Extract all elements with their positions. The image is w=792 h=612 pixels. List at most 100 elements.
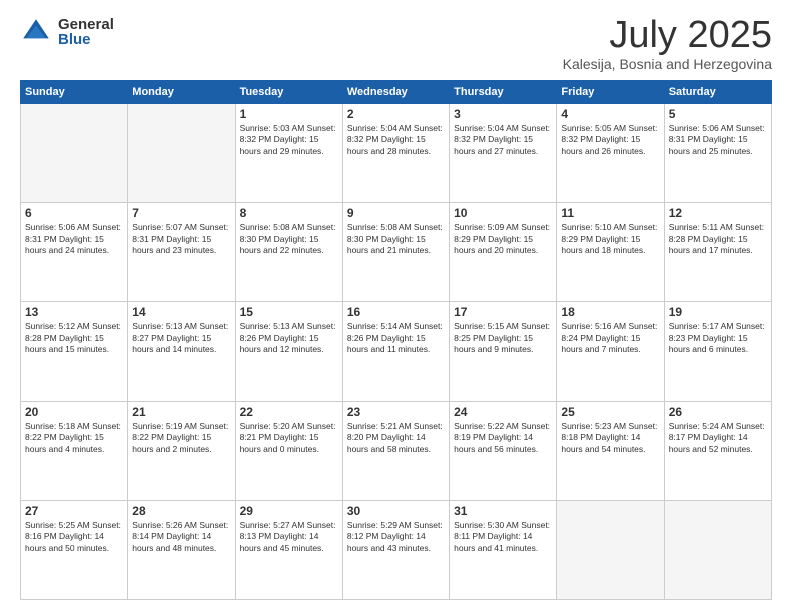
logo-blue-text: Blue bbox=[58, 32, 114, 47]
table-row: 31Sunrise: 5:30 AM Sunset: 8:11 PM Dayli… bbox=[450, 500, 557, 599]
day-number: 10 bbox=[454, 206, 552, 220]
table-row: 5 Sunrise: 5:06 AM Sunset: 8:31 PM Daylig… bbox=[664, 104, 771, 203]
table-row: 11 Sunrise: 5:10 AM Sunset: 8:29 PM Dayli… bbox=[557, 203, 664, 302]
day-number: 13 bbox=[25, 305, 123, 319]
calendar-row: 1Sunrise: 5:03 AM Sunset: 8:32 PM Daylig… bbox=[21, 104, 772, 203]
table-row: 2 Sunrise: 5:04 AM Sunset: 8:32 PM Daylig… bbox=[342, 104, 449, 203]
table-row: 10 Sunrise: 5:09 AM Sunset: 8:29 PM Dayli… bbox=[450, 203, 557, 302]
day-info: Sunrise: 5:17 AM Sunset: 8:23 PM Dayligh… bbox=[669, 321, 767, 355]
day-number: 16 bbox=[347, 305, 445, 319]
table-row: 15Sunrise: 5:13 AM Sunset: 8:26 PM Dayli… bbox=[235, 302, 342, 401]
day-info: Sunrise: 5:11 AM Sunset: 8:28 PM Dayligh… bbox=[669, 222, 767, 256]
day-info: Sunrise: 5:18 AM Sunset: 8:22 PM Dayligh… bbox=[25, 421, 123, 455]
day-info: Sunrise: 5:06 AM Sunset: 8:31 PM Dayligh… bbox=[669, 123, 767, 157]
calendar-row: 20 Sunrise: 5:18 AM Sunset: 8:22 PM Dayli… bbox=[21, 401, 772, 500]
logo-text: General Blue bbox=[58, 17, 114, 47]
table-row: 14Sunrise: 5:13 AM Sunset: 8:27 PM Dayli… bbox=[128, 302, 235, 401]
table-row: 28Sunrise: 5:26 AM Sunset: 8:14 PM Dayli… bbox=[128, 500, 235, 599]
table-row: 7Sunrise: 5:07 AM Sunset: 8:31 PM Daylig… bbox=[128, 203, 235, 302]
day-info: Sunrise: 5:04 AM Sunset: 8:32 PM Dayligh… bbox=[454, 123, 552, 157]
table-row: 4 Sunrise: 5:05 AM Sunset: 8:32 PM Daylig… bbox=[557, 104, 664, 203]
table-row: 25 Sunrise: 5:23 AM Sunset: 8:18 PM Dayli… bbox=[557, 401, 664, 500]
day-number: 24 bbox=[454, 405, 552, 419]
table-row: 19 Sunrise: 5:17 AM Sunset: 8:23 PM Dayli… bbox=[664, 302, 771, 401]
table-row: 22 Sunrise: 5:20 AM Sunset: 8:21 PM Dayli… bbox=[235, 401, 342, 500]
day-number: 27 bbox=[25, 504, 123, 518]
table-row: 17Sunrise: 5:15 AM Sunset: 8:25 PM Dayli… bbox=[450, 302, 557, 401]
day-info: Sunrise: 5:20 AM Sunset: 8:21 PM Dayligh… bbox=[240, 421, 338, 455]
table-row: 27 Sunrise: 5:25 AM Sunset: 8:16 PM Dayli… bbox=[21, 500, 128, 599]
table-row: 30 Sunrise: 5:29 AM Sunset: 8:12 PM Dayli… bbox=[342, 500, 449, 599]
calendar-row: 27 Sunrise: 5:25 AM Sunset: 8:16 PM Dayli… bbox=[21, 500, 772, 599]
header-friday: Friday bbox=[557, 81, 664, 104]
table-row bbox=[664, 500, 771, 599]
day-number: 12 bbox=[669, 206, 767, 220]
table-row bbox=[557, 500, 664, 599]
table-row: 13Sunrise: 5:12 AM Sunset: 8:28 PM Dayli… bbox=[21, 302, 128, 401]
table-row: 16 Sunrise: 5:14 AM Sunset: 8:26 PM Dayli… bbox=[342, 302, 449, 401]
day-info: Sunrise: 5:04 AM Sunset: 8:32 PM Dayligh… bbox=[347, 123, 445, 157]
day-info: Sunrise: 5:16 AM Sunset: 8:24 PM Dayligh… bbox=[561, 321, 659, 355]
day-info: Sunrise: 5:25 AM Sunset: 8:16 PM Dayligh… bbox=[25, 520, 123, 554]
page: General Blue July 2025 Kalesija, Bosnia … bbox=[0, 0, 792, 612]
day-number: 8 bbox=[240, 206, 338, 220]
day-number: 2 bbox=[347, 107, 445, 121]
day-number: 25 bbox=[561, 405, 659, 419]
day-number: 11 bbox=[561, 206, 659, 220]
calendar-header-row: Sunday Monday Tuesday Wednesday Thursday… bbox=[21, 81, 772, 104]
location: Kalesija, Bosnia and Herzegovina bbox=[563, 56, 772, 72]
day-info: Sunrise: 5:23 AM Sunset: 8:18 PM Dayligh… bbox=[561, 421, 659, 455]
day-number: 28 bbox=[132, 504, 230, 518]
day-info: Sunrise: 5:06 AM Sunset: 8:31 PM Dayligh… bbox=[25, 222, 123, 256]
day-number: 6 bbox=[25, 206, 123, 220]
table-row: 1Sunrise: 5:03 AM Sunset: 8:32 PM Daylig… bbox=[235, 104, 342, 203]
table-row: 6 Sunrise: 5:06 AM Sunset: 8:31 PM Daylig… bbox=[21, 203, 128, 302]
logo-icon bbox=[20, 16, 52, 48]
day-info: Sunrise: 5:08 AM Sunset: 8:30 PM Dayligh… bbox=[240, 222, 338, 256]
day-info: Sunrise: 5:14 AM Sunset: 8:26 PM Dayligh… bbox=[347, 321, 445, 355]
table-row: 9 Sunrise: 5:08 AM Sunset: 8:30 PM Daylig… bbox=[342, 203, 449, 302]
day-info: Sunrise: 5:10 AM Sunset: 8:29 PM Dayligh… bbox=[561, 222, 659, 256]
table-row: 8 Sunrise: 5:08 AM Sunset: 8:30 PM Daylig… bbox=[235, 203, 342, 302]
table-row: 26 Sunrise: 5:24 AM Sunset: 8:17 PM Dayli… bbox=[664, 401, 771, 500]
day-number: 3 bbox=[454, 107, 552, 121]
day-info: Sunrise: 5:08 AM Sunset: 8:30 PM Dayligh… bbox=[347, 222, 445, 256]
day-info: Sunrise: 5:09 AM Sunset: 8:29 PM Dayligh… bbox=[454, 222, 552, 256]
day-number: 5 bbox=[669, 107, 767, 121]
calendar-row: 13Sunrise: 5:12 AM Sunset: 8:28 PM Dayli… bbox=[21, 302, 772, 401]
table-row bbox=[128, 104, 235, 203]
table-row: 18Sunrise: 5:16 AM Sunset: 8:24 PM Dayli… bbox=[557, 302, 664, 401]
header-thursday: Thursday bbox=[450, 81, 557, 104]
logo: General Blue bbox=[20, 16, 114, 48]
day-number: 29 bbox=[240, 504, 338, 518]
day-number: 21 bbox=[132, 405, 230, 419]
table-row bbox=[21, 104, 128, 203]
day-number: 26 bbox=[669, 405, 767, 419]
day-info: Sunrise: 5:21 AM Sunset: 8:20 PM Dayligh… bbox=[347, 421, 445, 455]
day-info: Sunrise: 5:24 AM Sunset: 8:17 PM Dayligh… bbox=[669, 421, 767, 455]
header-sunday: Sunday bbox=[21, 81, 128, 104]
day-info: Sunrise: 5:03 AM Sunset: 8:32 PM Dayligh… bbox=[240, 123, 338, 157]
day-info: Sunrise: 5:29 AM Sunset: 8:12 PM Dayligh… bbox=[347, 520, 445, 554]
calendar-table: Sunday Monday Tuesday Wednesday Thursday… bbox=[20, 80, 772, 600]
header: General Blue July 2025 Kalesija, Bosnia … bbox=[20, 16, 772, 72]
header-monday: Monday bbox=[128, 81, 235, 104]
day-number: 20 bbox=[25, 405, 123, 419]
day-number: 14 bbox=[132, 305, 230, 319]
table-row: 21Sunrise: 5:19 AM Sunset: 8:22 PM Dayli… bbox=[128, 401, 235, 500]
day-number: 19 bbox=[669, 305, 767, 319]
header-tuesday: Tuesday bbox=[235, 81, 342, 104]
day-number: 15 bbox=[240, 305, 338, 319]
table-row: 29Sunrise: 5:27 AM Sunset: 8:13 PM Dayli… bbox=[235, 500, 342, 599]
calendar-row: 6 Sunrise: 5:06 AM Sunset: 8:31 PM Daylig… bbox=[21, 203, 772, 302]
day-number: 30 bbox=[347, 504, 445, 518]
day-number: 4 bbox=[561, 107, 659, 121]
day-number: 22 bbox=[240, 405, 338, 419]
day-info: Sunrise: 5:22 AM Sunset: 8:19 PM Dayligh… bbox=[454, 421, 552, 455]
day-info: Sunrise: 5:05 AM Sunset: 8:32 PM Dayligh… bbox=[561, 123, 659, 157]
table-row: 12 Sunrise: 5:11 AM Sunset: 8:28 PM Dayli… bbox=[664, 203, 771, 302]
month-title: July 2025 bbox=[563, 16, 772, 54]
day-number: 9 bbox=[347, 206, 445, 220]
table-row: 20 Sunrise: 5:18 AM Sunset: 8:22 PM Dayli… bbox=[21, 401, 128, 500]
day-number: 23 bbox=[347, 405, 445, 419]
